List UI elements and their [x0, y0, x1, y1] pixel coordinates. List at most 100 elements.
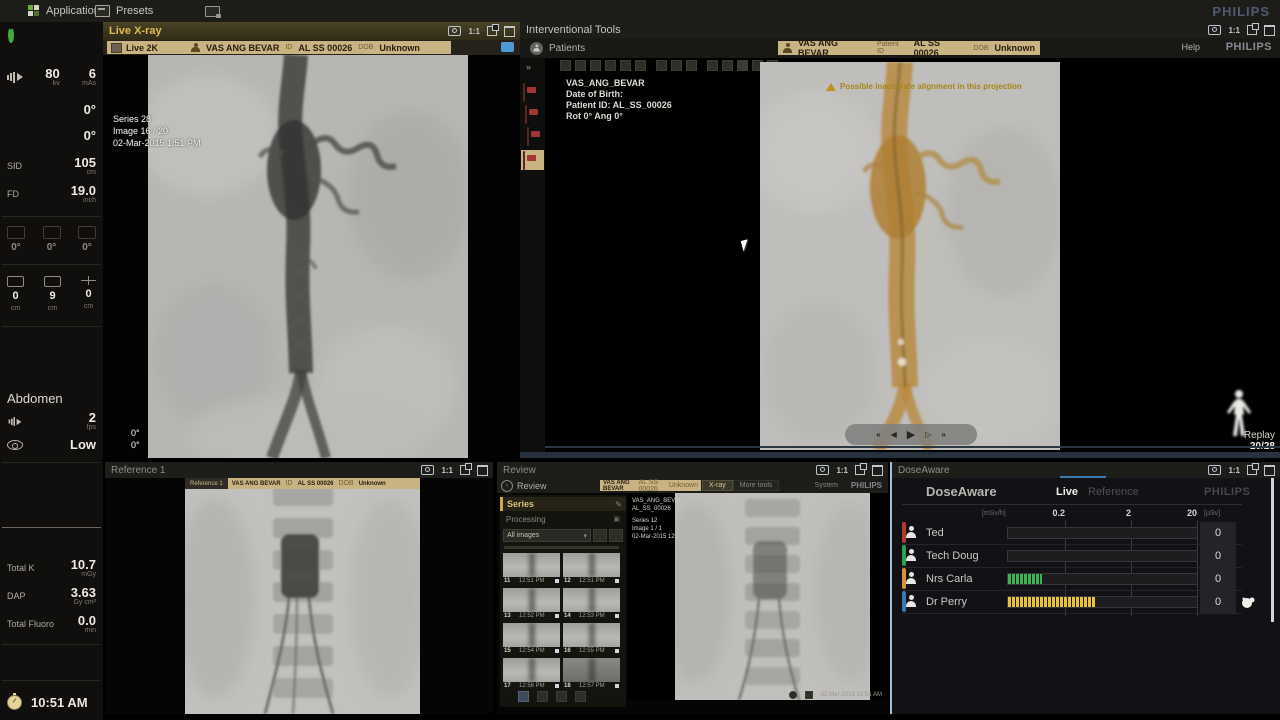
dose-row[interactable]: Dr Perry 0 [902, 591, 1242, 614]
maximize-icon[interactable] [1264, 465, 1275, 476]
patients-tab[interactable]: Patients [530, 38, 585, 58]
patient-dob: Unknown [379, 43, 420, 53]
series-thumbnail[interactable]: 1612:55 PM [563, 623, 620, 655]
warning-icon [826, 83, 836, 91]
patient-banner[interactable]: VAS ANG BEVAR ID AL SS 00026 DOB Unknown [186, 41, 451, 54]
one-to-one-icon[interactable]: 1:1 [468, 27, 480, 36]
series-thumbnail[interactable]: 1212:51 PM [563, 553, 620, 585]
dose-bar-fill [1008, 597, 1095, 607]
reference1-header[interactable]: Reference 1 1:1 [105, 462, 493, 478]
it-title: Interventional Tools [526, 24, 621, 36]
sidebar-toolbar[interactable] [518, 691, 586, 702]
series-thumbnail[interactable]: 1112:51 PM [503, 553, 560, 585]
one-to-one-icon[interactable]: 1:1 [836, 466, 848, 475]
series-thumbnail[interactable]: 1512:54 PM [503, 623, 560, 655]
step-back-icon[interactable]: ◀ [891, 430, 897, 439]
tab-more-tools[interactable]: More tools [733, 480, 780, 491]
skip-start-icon[interactable]: « [876, 430, 880, 439]
applications-menu[interactable]: Applications [28, 0, 105, 22]
tab-xray[interactable]: X-ray [702, 480, 733, 491]
viewer-segmented-control[interactable]: X-ray More tools [702, 480, 779, 491]
it-timeline-bar[interactable] [545, 446, 1280, 448]
expand-icon[interactable] [460, 465, 470, 475]
send-to-monitor-icon[interactable] [501, 42, 514, 52]
play-icon[interactable]: ▶ [907, 428, 915, 441]
snapshot-icon[interactable] [1208, 25, 1221, 35]
expand-icon[interactable] [487, 26, 497, 36]
live-xray-viewport[interactable]: Series 28 Image 16 / 20 02-Mar-2015 1:51… [103, 55, 520, 458]
expand-icon[interactable] [855, 465, 865, 475]
step-forward-icon[interactable]: ▷ [925, 430, 931, 439]
exam-thumb-icon[interactable] [525, 105, 527, 124]
replay-controls[interactable]: « ◀ ▶ ▷ » [845, 424, 977, 445]
presets-menu[interactable]: Presets [95, 0, 153, 22]
expand-icon[interactable] [1247, 465, 1257, 475]
reference1-image [185, 478, 420, 714]
dose-row[interactable]: Nrs Carla 0 [902, 568, 1242, 591]
layout-icon[interactable] [593, 529, 607, 542]
scrollbar[interactable] [1271, 478, 1274, 622]
dose-row[interactable]: Ted 0 [902, 522, 1242, 545]
it-header[interactable]: Interventional Tools 1:1 [520, 22, 1280, 38]
tab-reference[interactable]: Reference [1088, 486, 1139, 498]
expander-chevrons[interactable]: » [526, 62, 531, 72]
reference1-tab[interactable]: Reference 1 [185, 478, 228, 489]
flag-icon[interactable] [518, 691, 529, 702]
series-thumbnail[interactable]: 1712:56 PM [503, 658, 560, 690]
series-thumbnail[interactable]: 1312:52 PM [503, 588, 560, 620]
series-tab[interactable]: Series ✎ [500, 497, 626, 511]
maximize-icon[interactable] [477, 465, 488, 476]
review-back-tab[interactable]: ‹ Review [501, 480, 547, 492]
snapshot-icon[interactable] [1208, 465, 1221, 475]
sid-row: SID 105cm [0, 154, 103, 178]
review-header[interactable]: Review 1:1 [497, 462, 888, 478]
reference1-viewport[interactable]: Reference 1 VAS ANG BEVAR IDAL SS 00026 … [185, 478, 420, 714]
system-menu[interactable]: System [815, 482, 838, 489]
snapshot-icon[interactable] [421, 465, 434, 475]
maximize-icon[interactable] [1264, 25, 1275, 36]
screen-copy-button[interactable] [205, 0, 220, 22]
series-thumbnail[interactable]: 1412:53 PM [563, 588, 620, 620]
patient-id: AL SS 00026 [298, 43, 352, 53]
one-to-one-icon[interactable]: 1:1 [1228, 26, 1240, 35]
review-viewport[interactable]: VAS_ANG_BEVAR AL_SS_00026 Series 12 Imag… [628, 493, 888, 700]
fluoro-level-row: Low [0, 436, 103, 454]
protocol-row[interactable]: Abdomen [0, 390, 103, 406]
replay-status: Replay 20/28 [1235, 430, 1275, 452]
stopwatch-icon[interactable] [7, 695, 22, 710]
help-button[interactable]: Help [1181, 42, 1200, 52]
one-to-one-icon[interactable]: 1:1 [1228, 466, 1240, 475]
live-xray-title: Live X-ray [109, 25, 162, 37]
xray-beam-icon [7, 72, 23, 83]
exam-thumb-selected[interactable] [521, 150, 544, 170]
tab-live[interactable]: Live [1056, 486, 1078, 498]
processing-tab[interactable]: Processing ▣ [500, 513, 626, 525]
review-patient-banner[interactable]: VAS ANG BEVAR AL SS 00026 Unknown [600, 480, 701, 491]
tab-live2k[interactable]: Live 2K [107, 41, 191, 54]
expand-icon[interactable] [1247, 25, 1257, 35]
table-lateral-icon [7, 276, 24, 287]
it-roadmap-viewport[interactable]: Possible inaccurate alignment in this pr… [760, 62, 1060, 450]
live-xray-header[interactable]: Live X-ray 1:1 [103, 22, 520, 40]
exam-thumb-icon[interactable] [523, 83, 525, 102]
it-patient-banner[interactable]: VAS ANG BEVAR Patient ID AL SS 00026 DOB… [778, 41, 1040, 55]
maximize-icon[interactable] [872, 465, 883, 476]
reference1-patient-banner[interactable]: VAS ANG BEVAR IDAL SS 00026 DOBUnknown [228, 478, 420, 489]
exam-thumb-icon[interactable] [527, 127, 529, 146]
snapshot-icon[interactable] [448, 26, 461, 36]
maximize-icon[interactable] [504, 26, 515, 37]
one-to-one-icon[interactable]: 1:1 [441, 466, 453, 475]
snapshot-icon[interactable] [816, 465, 829, 475]
dose-row[interactable]: Tech Doug 0 [902, 545, 1242, 568]
export-icon[interactable] [556, 691, 567, 702]
print-icon[interactable] [537, 691, 548, 702]
scale-tick-1: 0.2 [1038, 508, 1065, 518]
snapshot-icon[interactable] [575, 691, 586, 702]
it-toolbar[interactable] [560, 60, 778, 71]
image-filter-dropdown[interactable]: All images▾ [503, 529, 591, 542]
series-thumbnail[interactable]: 1812:57 PM [563, 658, 620, 690]
skip-end-icon[interactable]: » [941, 430, 945, 439]
live-tab-bar: Live 2K VAS ANG BEVAR ID AL SS 00026 DOB… [103, 40, 520, 55]
sort-icon[interactable] [609, 529, 623, 542]
it-workspace: VAS_ANG_BEVAR Date of Birth: Patient ID:… [545, 58, 1280, 452]
